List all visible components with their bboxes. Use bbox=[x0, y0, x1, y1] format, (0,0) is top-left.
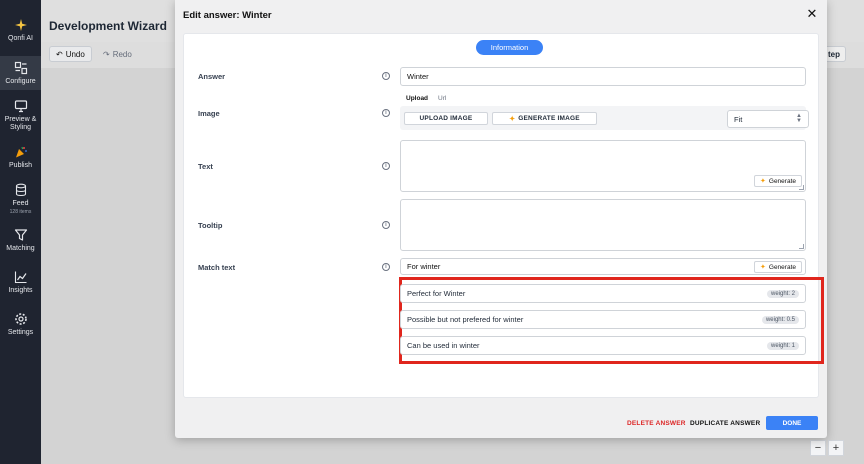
configure-icon bbox=[14, 61, 27, 75]
weight-badge: weight: 2 bbox=[766, 289, 799, 298]
resize-handle[interactable] bbox=[799, 185, 804, 190]
sidebar-item-label: Feed bbox=[12, 200, 29, 207]
sidebar-item-preview-styling[interactable]: Preview & Styling bbox=[0, 99, 41, 132]
generate-text-button[interactable]: ✦ Generate bbox=[754, 175, 802, 187]
delete-answer-button[interactable]: DELETE ANSWER bbox=[627, 420, 686, 427]
sparkle-icon: ✦ bbox=[509, 115, 516, 123]
match-text-item[interactable]: Perfect for Winter weight: 2 bbox=[400, 284, 806, 303]
party-icon bbox=[15, 146, 27, 158]
zoom-out-button[interactable]: − bbox=[810, 440, 826, 456]
info-icon[interactable]: i bbox=[382, 162, 390, 170]
tab-upload[interactable]: Upload bbox=[406, 95, 428, 102]
sparkle-icon bbox=[14, 19, 27, 31]
sidebar-item-publish[interactable]: Publish bbox=[0, 145, 41, 170]
info-icon[interactable]: i bbox=[382, 72, 390, 80]
sidebar-item-settings[interactable]: Settings bbox=[0, 312, 41, 337]
duplicate-answer-button[interactable]: DUPLICATE ANSWER bbox=[690, 420, 760, 427]
filter-icon bbox=[14, 229, 27, 241]
match-text-label: Match text bbox=[198, 263, 236, 272]
database-icon bbox=[15, 183, 26, 197]
sidebar-item-feed[interactable]: Feed 128 items bbox=[0, 183, 41, 215]
sparkle-icon: ✦ bbox=[760, 264, 766, 271]
info-icon[interactable]: i bbox=[382, 263, 390, 271]
info-icon[interactable]: i bbox=[382, 109, 390, 117]
monitor-icon bbox=[14, 100, 27, 113]
generate-image-button[interactable]: ✦ GENERATE IMAGE bbox=[492, 112, 597, 125]
sidebar-item-insights[interactable]: Insights bbox=[0, 270, 41, 295]
sparkle-icon: ✦ bbox=[760, 178, 766, 185]
sidebar-item-label: Settings bbox=[7, 329, 34, 336]
image-source-tabs: Upload Url bbox=[406, 95, 446, 102]
sidebar-item-configure[interactable]: Configure bbox=[0, 56, 41, 90]
upload-image-button[interactable]: UPLOAD IMAGE bbox=[404, 112, 488, 125]
match-text-item[interactable]: Possible but not prefered for winter wei… bbox=[400, 310, 806, 329]
info-icon[interactable]: i bbox=[382, 221, 390, 229]
tooltip-textarea[interactable] bbox=[400, 199, 806, 251]
information-panel: Information Answer i Winter Image i Uplo… bbox=[183, 33, 824, 398]
text-label: Text bbox=[198, 162, 213, 171]
sidebar-item-matching[interactable]: Matching bbox=[0, 228, 41, 253]
image-label: Image bbox=[198, 109, 220, 118]
done-button[interactable]: DONE bbox=[766, 416, 818, 430]
match-text-input[interactable]: For winter ✦ Generate bbox=[400, 258, 806, 275]
sidebar-item-label: Publish bbox=[9, 162, 32, 169]
tab-url[interactable]: Url bbox=[438, 95, 446, 102]
sidebar-item-label: Configure bbox=[5, 78, 36, 85]
edit-answer-modal: Edit answer: Winter ✕ Information Answer… bbox=[175, 0, 827, 438]
weight-badge: weight: 0.5 bbox=[761, 315, 799, 324]
close-icon[interactable]: ✕ bbox=[805, 7, 819, 21]
chevron-updown-icon: ▲ ▼ bbox=[796, 113, 802, 124]
sidebar-item-qonfi-ai[interactable]: Qonfi AI bbox=[0, 18, 41, 43]
sidebar-item-label: Insights bbox=[8, 287, 33, 294]
generate-match-text-button[interactable]: ✦ Generate bbox=[754, 261, 802, 273]
sidebar-item-label: Preview & Styling bbox=[4, 116, 37, 131]
match-text-item[interactable]: Can be used in winter weight: 1 bbox=[400, 336, 806, 355]
weight-badge: weight: 1 bbox=[766, 341, 799, 350]
zoom-in-button[interactable]: + bbox=[828, 440, 844, 456]
image-fit-select[interactable]: Fit ▲ ▼ bbox=[727, 110, 809, 128]
resize-handle[interactable] bbox=[799, 244, 804, 249]
answer-label: Answer bbox=[198, 72, 226, 81]
text-textarea[interactable]: ✦ Generate bbox=[400, 140, 806, 192]
modal-header: Edit answer: Winter ✕ bbox=[175, 0, 827, 30]
modal-title: Edit answer: Winter bbox=[183, 10, 272, 21]
information-tab[interactable]: Information bbox=[476, 40, 543, 55]
answer-input[interactable]: Winter bbox=[400, 67, 806, 86]
chart-line-icon bbox=[14, 271, 26, 284]
sidebar-item-label: Matching bbox=[6, 245, 35, 252]
tooltip-label: Tooltip bbox=[198, 221, 223, 230]
sidebar-item-sublabel: 128 items bbox=[9, 209, 32, 215]
sidebar: Qonfi AI Configure Preview & Styling Pub… bbox=[0, 0, 41, 464]
gear-icon bbox=[14, 313, 27, 325]
sidebar-item-label: Qonfi AI bbox=[8, 35, 33, 42]
